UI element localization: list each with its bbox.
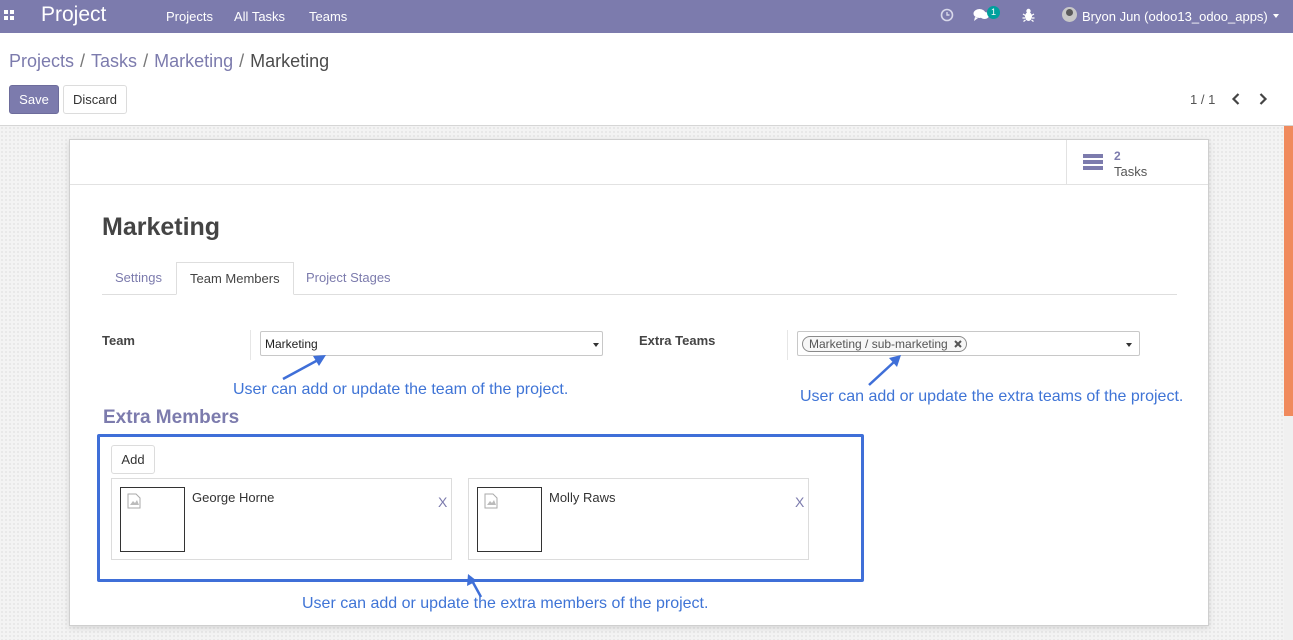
breadcrumb-tasks[interactable]: Tasks [91, 51, 137, 71]
extra-members-title: Extra Members [103, 407, 240, 428]
breadcrumb-separator: / [80, 51, 86, 71]
chevron-right-icon[interactable] [1257, 92, 1269, 106]
discard-button[interactable]: Discard [63, 85, 127, 114]
chat-count-badge: 1 [987, 6, 1001, 19]
notebook-tabs: Settings Team Members Project Stages [102, 262, 1177, 295]
member-photo [120, 487, 185, 552]
extra-teams-select[interactable]: Marketing / sub-marketing [797, 331, 1140, 356]
member-name: Molly Raws [549, 490, 616, 505]
tab-settings[interactable]: Settings [102, 262, 175, 295]
team-label: Team [102, 333, 135, 348]
remove-member-button[interactable]: X [795, 494, 804, 510]
breadcrumb-separator: / [239, 51, 245, 71]
extra-teams-label: Extra Teams [639, 333, 716, 348]
tab-team-members[interactable]: Team Members [176, 262, 294, 295]
save-button[interactable]: Save [9, 85, 59, 114]
app-title: Project [41, 3, 107, 26]
breadcrumb-marketing[interactable]: Marketing [154, 51, 233, 71]
member-card[interactable]: Molly Raws X [468, 478, 809, 560]
smart-button-box: 2 Tasks [70, 140, 1208, 185]
annotation-arrow-icon [868, 355, 901, 386]
extra-team-tag: Marketing / sub-marketing [802, 336, 967, 352]
user-menu[interactable]: Bryon Jun (odoo13_odoo_apps) [1082, 9, 1268, 24]
menu-teams[interactable]: Teams [309, 9, 347, 24]
remove-member-button[interactable]: X [438, 494, 447, 510]
tag-remove-icon[interactable] [954, 340, 962, 348]
record-title: Marketing [102, 213, 221, 241]
add-member-button[interactable]: Add [111, 445, 155, 474]
breadcrumb-projects[interactable]: Projects [9, 51, 74, 71]
pager-value[interactable]: 1 / 1 [1190, 92, 1215, 107]
form-sheet: 2 Tasks Marketing Settings Team Members … [69, 139, 1209, 626]
team-value: Marketing [265, 337, 318, 351]
clock-icon[interactable] [940, 8, 954, 22]
chevron-left-icon[interactable] [1230, 92, 1242, 106]
image-placeholder-icon [127, 493, 141, 509]
menu-projects[interactable]: Projects [166, 9, 213, 24]
team-dropdown-caret-icon[interactable] [593, 343, 599, 347]
user-avatar[interactable] [1062, 7, 1077, 22]
annotation-arrow-icon [282, 355, 326, 381]
members-annotation: User can add or update the extra members… [302, 595, 709, 612]
bug-icon[interactable] [1022, 8, 1035, 22]
team-annotation: User can add or update the team of the p… [233, 381, 569, 398]
extra-teams-dropdown-caret-icon[interactable] [1126, 343, 1132, 347]
menu-all-tasks[interactable]: All Tasks [234, 9, 285, 24]
scrollbar-thumb[interactable] [1284, 126, 1293, 416]
image-placeholder-icon [484, 493, 498, 509]
member-photo [477, 487, 542, 552]
member-card[interactable]: George Horne X [111, 478, 452, 560]
extra-team-tag-label: Marketing / sub-marketing [809, 337, 948, 351]
tab-project-stages[interactable]: Project Stages [293, 262, 404, 295]
breadcrumb-separator: / [143, 51, 149, 71]
breadcrumb: Projects / Tasks / Marketing / Marketing [9, 51, 329, 72]
top-navbar: Project Projects All Tasks Teams 1 Bryon… [0, 0, 1293, 33]
field-divider [787, 330, 788, 360]
apps-grid-icon[interactable] [4, 10, 15, 21]
tasks-list-icon [1083, 154, 1103, 171]
tasks-count: 2 [1114, 149, 1121, 163]
tasks-smart-button[interactable]: 2 Tasks [1066, 140, 1208, 184]
member-name: George Horne [192, 490, 275, 505]
extra-teams-annotation: User can add or update the extra teams o… [800, 388, 1184, 405]
user-caret-icon[interactable] [1273, 14, 1279, 18]
tasks-label: Tasks [1114, 164, 1148, 179]
field-divider [250, 330, 251, 360]
breadcrumb-current: Marketing [250, 51, 330, 71]
